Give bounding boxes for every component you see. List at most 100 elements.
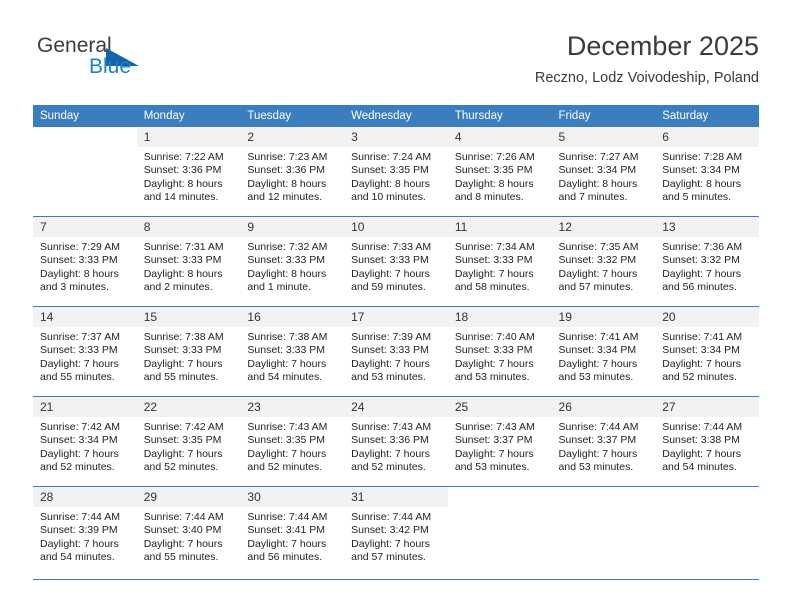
calendar-day-cell[interactable]: 3 Sunrise: 7:24 AM Sunset: 3:35 PM Daylight… [344, 127, 448, 217]
calendar-day-cell[interactable]: 27 Sunrise: 7:44 AM Sunset: 3:38 PM Dayligh… [655, 396, 759, 487]
weekday-header-saturday: Saturday [655, 105, 759, 127]
calendar-day-cell[interactable]: 26 Sunrise: 7:44 AM Sunset: 3:37 PM Dayligh… [551, 396, 656, 487]
day-sun-info-line: and 1 minute. [247, 280, 312, 293]
day-sun-info-line: Sunrise: 7:44 AM [662, 421, 743, 433]
calendar-day-cell[interactable]: 21 Sunrise: 7:42 AM Sunset: 3:34 PM Dayligh… [33, 396, 137, 487]
day-sun-info-line: Sunrise: 7:39 AM [351, 331, 432, 343]
day-sun-info-line: Sunset: 3:34 PM [40, 434, 118, 447]
day-sun-info-line: Daylight: 7 hours [558, 447, 638, 460]
day-sun-info-line: Daylight: 7 hours [351, 267, 430, 280]
day-sun-info-line: Sunrise: 7:41 AM [662, 331, 743, 343]
calendar-day-cell[interactable]: 22 Sunrise: 7:42 AM Sunset: 3:35 PM Dayligh… [136, 396, 241, 487]
day-sun-info-line: and 57 minutes. [558, 280, 634, 293]
day-sun-info: Sunrise: 7:28 AM Sunset: 3:34 PM Daylight:… [655, 147, 759, 204]
day-number: 1 [136, 127, 241, 147]
day-sun-info-line: Sunset: 3:34 PM [558, 344, 637, 357]
general-blue-logo[interactable]: General Blue [33, 34, 253, 90]
day-sun-info-line: and 5 minutes. [662, 190, 732, 203]
calendar-day-cell[interactable]: 30 Sunrise: 7:44 AM Sunset: 3:41 PM Dayligh… [240, 486, 345, 580]
day-sun-info: Sunrise: 7:24 AM Sunset: 3:35 PM Daylight:… [344, 147, 448, 204]
calendar-day-cell[interactable]: 24 Sunrise: 7:43 AM Sunset: 3:36 PM Dayligh… [344, 396, 448, 487]
day-sun-info-line: Sunset: 3:32 PM [662, 254, 740, 267]
day-sun-info-line: Sunset: 3:41 PM [247, 524, 326, 537]
day-sun-info-line: Sunset: 3:38 PM [662, 434, 740, 447]
logo-text-blue: Blue [89, 55, 132, 78]
calendar-day-cell[interactable]: 11 Sunrise: 7:34 AM Sunset: 3:33 PM Dayligh… [447, 216, 552, 307]
day-sun-info-line: and 7 minutes. [558, 190, 628, 203]
calendar-day-cell[interactable]: 9 Sunrise: 7:32 AM Sunset: 3:33 PM Daylight… [240, 216, 345, 307]
day-sun-info-line: Sunrise: 7:22 AM [143, 151, 224, 163]
day-sun-info: Sunrise: 7:40 AM Sunset: 3:33 PM Daylight:… [448, 327, 552, 384]
day-sun-info-line: Sunrise: 7:44 AM [351, 511, 432, 523]
day-sun-info-line: Sunrise: 7:41 AM [558, 331, 639, 343]
day-sun-info-line: and 54 minutes. [247, 370, 323, 383]
day-sun-info-line: Sunset: 3:33 PM [247, 344, 326, 357]
day-sun-info-line: Daylight: 8 hours [662, 177, 742, 190]
day-sun-info-line: Sunset: 3:35 PM [143, 434, 222, 447]
calendar-day-cell[interactable]: 28 Sunrise: 7:44 AM Sunset: 3:39 PM Dayligh… [33, 486, 137, 580]
day-sun-info-line: Sunset: 3:34 PM [558, 164, 637, 177]
day-number: 24 [344, 397, 448, 417]
day-sun-info-line: Daylight: 8 hours [143, 267, 223, 280]
day-sun-info: Sunrise: 7:44 AM Sunset: 3:38 PM Daylight:… [655, 417, 759, 474]
day-sun-info-line: and 52 minutes. [662, 370, 737, 383]
day-number [551, 487, 656, 507]
calendar-week-row: 14 Sunrise: 7:37 AM Sunset: 3:33 PM Dayligh… [33, 306, 759, 397]
day-sun-info-line: Sunset: 3:33 PM [351, 254, 429, 267]
day-number: 5 [551, 127, 656, 147]
calendar-day-cell[interactable]: 19 Sunrise: 7:41 AM Sunset: 3:34 PM Dayligh… [551, 306, 656, 397]
day-sun-info-line: Sunrise: 7:44 AM [143, 511, 224, 523]
calendar-day-cell[interactable]: 4 Sunrise: 7:26 AM Sunset: 3:35 PM Daylight… [447, 127, 552, 217]
day-sun-info: Sunrise: 7:38 AM Sunset: 3:33 PM Daylight:… [137, 327, 241, 384]
day-sun-info-line: Daylight: 7 hours [351, 537, 430, 550]
day-sun-info-line: Sunrise: 7:35 AM [558, 241, 639, 253]
calendar-day-cell[interactable]: 29 Sunrise: 7:44 AM Sunset: 3:40 PM Dayligh… [136, 486, 241, 580]
calendar-day-cell[interactable]: 13 Sunrise: 7:36 AM Sunset: 3:32 PM Dayligh… [655, 216, 759, 307]
calendar-day-cell[interactable]: 5 Sunrise: 7:27 AM Sunset: 3:34 PM Daylight… [551, 127, 656, 217]
day-sun-info-line: and 52 minutes. [351, 460, 426, 473]
calendar-day-cell[interactable]: 31 Sunrise: 7:44 AM Sunset: 3:42 PM Dayligh… [344, 486, 448, 580]
calendar-week-row: 28 Sunrise: 7:44 AM Sunset: 3:39 PM Dayligh… [33, 486, 759, 580]
calendar-day-cell[interactable]: 23 Sunrise: 7:43 AM Sunset: 3:35 PM Dayligh… [240, 396, 345, 487]
day-number: 15 [136, 307, 241, 327]
day-sun-info-line: and 58 minutes. [454, 280, 530, 293]
calendar-day-cell[interactable]: 8 Sunrise: 7:31 AM Sunset: 3:33 PM Daylight… [136, 216, 241, 307]
day-sun-info: Sunrise: 7:43 AM Sunset: 3:35 PM Daylight:… [240, 417, 344, 474]
day-sun-info-line: Daylight: 8 hours [558, 177, 638, 190]
day-sun-info-line: Sunset: 3:35 PM [247, 434, 326, 447]
page-subtitle: Reczno, Lodz Voivodeship, Poland [534, 70, 759, 86]
day-sun-info-line: Sunrise: 7:44 AM [558, 421, 639, 433]
day-number: 22 [136, 397, 241, 417]
day-sun-info-line: and 2 minutes. [143, 280, 213, 293]
day-sun-info: Sunrise: 7:41 AM Sunset: 3:34 PM Daylight:… [655, 327, 759, 384]
day-sun-info-line: Daylight: 8 hours [351, 177, 430, 190]
calendar-day-cell[interactable]: 1 Sunrise: 7:22 AM Sunset: 3:36 PM Daylight… [136, 127, 241, 217]
calendar-day-cell[interactable]: 2 Sunrise: 7:23 AM Sunset: 3:36 PM Daylight… [240, 127, 345, 217]
calendar-header-row: Sunday Monday Tuesday Wednesday Thursday Frid… [33, 105, 759, 127]
day-sun-info-line: and 53 minutes. [454, 460, 530, 473]
calendar-day-cell[interactable]: 20 Sunrise: 7:41 AM Sunset: 3:34 PM Dayligh… [655, 306, 759, 397]
calendar-day-cell[interactable]: 10 Sunrise: 7:33 AM Sunset: 3:33 PM Dayligh… [344, 216, 448, 307]
calendar-day-cell[interactable]: 6 Sunrise: 7:28 AM Sunset: 3:34 PM Daylight… [655, 127, 759, 217]
day-sun-info-line: Sunrise: 7:44 AM [40, 511, 120, 523]
calendar-day-cell[interactable]: 12 Sunrise: 7:35 AM Sunset: 3:32 PM Dayligh… [551, 216, 656, 307]
day-sun-info-line: and 57 minutes. [351, 550, 426, 563]
day-number: 4 [447, 127, 552, 147]
calendar-day-cell[interactable]: 15 Sunrise: 7:38 AM Sunset: 3:33 PM Dayligh… [136, 306, 241, 397]
day-sun-info: Sunrise: 7:44 AM Sunset: 3:37 PM Daylight:… [552, 417, 656, 474]
day-sun-info-line: Daylight: 7 hours [247, 537, 327, 550]
calendar-day-cell[interactable]: 14 Sunrise: 7:37 AM Sunset: 3:33 PM Dayligh… [33, 306, 137, 397]
calendar-day-cell[interactable]: 7 Sunrise: 7:29 AM Sunset: 3:33 PM Daylight… [33, 216, 137, 307]
calendar-day-cell[interactable]: 17 Sunrise: 7:39 AM Sunset: 3:33 PM Dayligh… [344, 306, 448, 397]
day-sun-info-line: and 53 minutes. [558, 460, 634, 473]
day-sun-info-line: Sunrise: 7:37 AM [40, 331, 120, 343]
day-sun-info: Sunrise: 7:44 AM Sunset: 3:41 PM Daylight:… [240, 507, 344, 564]
day-number: 10 [344, 217, 448, 237]
calendar-day-cell[interactable]: 18 Sunrise: 7:40 AM Sunset: 3:33 PM Dayligh… [447, 306, 552, 397]
day-sun-info-line: Daylight: 7 hours [454, 357, 534, 370]
day-sun-info-line: and 52 minutes. [143, 460, 219, 473]
weekday-header-friday: Friday [551, 105, 656, 127]
calendar-day-cell[interactable]: 16 Sunrise: 7:38 AM Sunset: 3:33 PM Dayligh… [240, 306, 345, 397]
day-number: 21 [33, 397, 137, 417]
calendar-day-cell[interactable]: 25 Sunrise: 7:43 AM Sunset: 3:37 PM Dayligh… [447, 396, 552, 487]
